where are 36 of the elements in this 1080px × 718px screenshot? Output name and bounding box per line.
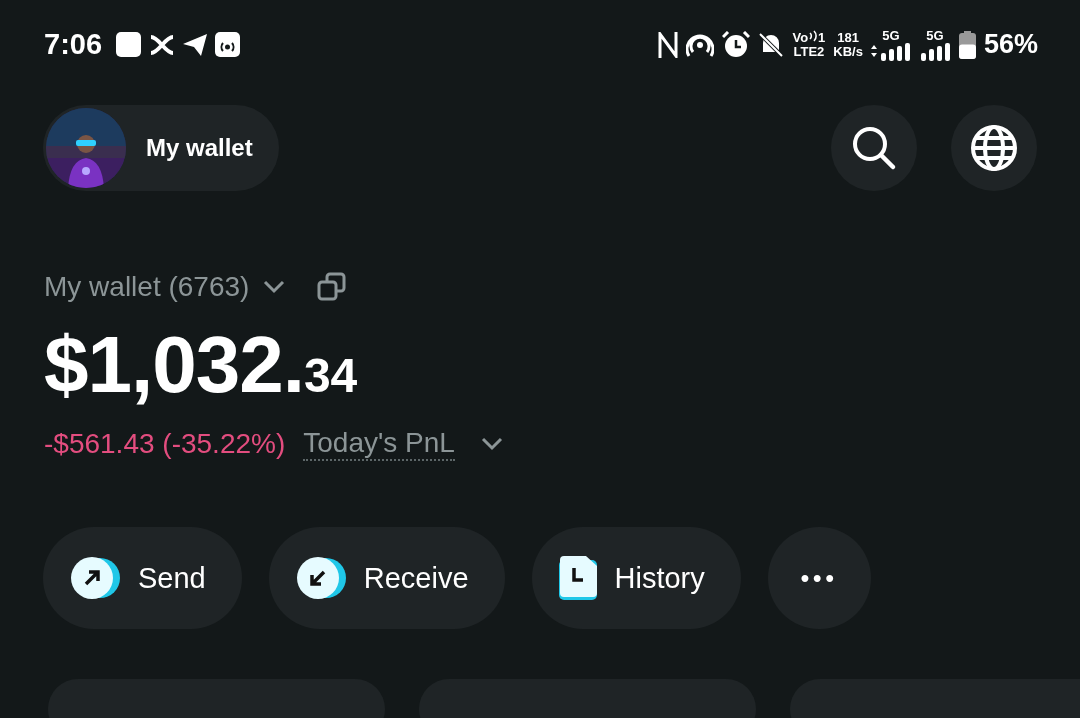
- speed-unit: KB/s: [833, 44, 863, 59]
- history-button[interactable]: History: [531, 527, 741, 629]
- square-icon: [116, 32, 142, 57]
- pnl-value: -$561.43 (-35.22%): [44, 428, 286, 460]
- battery-icon: [958, 30, 976, 59]
- network-generation: 5G: [926, 28, 944, 43]
- chevron-down-icon: [263, 280, 286, 294]
- network-speed: 181: [837, 30, 859, 45]
- pnl-label[interactable]: Today's PnL: [303, 427, 455, 461]
- broadcast-icon: [215, 32, 241, 57]
- alarm-clock-icon: [722, 30, 751, 59]
- copy-icon: [317, 272, 348, 302]
- clock-time: 7:06: [44, 28, 103, 61]
- network-type: LTE2: [793, 45, 825, 59]
- paper-plane-icon: [183, 33, 208, 56]
- nfc-icon: [658, 31, 679, 58]
- wallet-button[interactable]: My wallet: [43, 105, 279, 191]
- search-icon: [851, 125, 897, 171]
- more-button[interactable]: •••: [767, 527, 871, 629]
- arrow-down-left-icon: [295, 556, 348, 600]
- muted-bell-icon: [758, 31, 785, 58]
- signal-waves-icon: [808, 30, 819, 42]
- document-icon: [558, 556, 599, 600]
- signal-bars-icon: [918, 42, 951, 61]
- volte-label: Vo 1: [792, 30, 826, 45]
- wallet-name[interactable]: My wallet (6763): [44, 271, 250, 303]
- wallet-balance: $1,032.34: [44, 319, 359, 411]
- network-generation: 5G: [882, 28, 900, 43]
- receive-button[interactable]: Receive: [268, 527, 505, 629]
- arrow-up-right-icon: [70, 556, 122, 600]
- cross-icon: [149, 33, 176, 56]
- battery-percentage: 56%: [983, 29, 1038, 60]
- globe-icon: [970, 124, 1018, 172]
- chevron-down-icon: [480, 437, 503, 451]
- send-button[interactable]: Send: [43, 527, 242, 629]
- signal-bars-icon: [870, 42, 911, 61]
